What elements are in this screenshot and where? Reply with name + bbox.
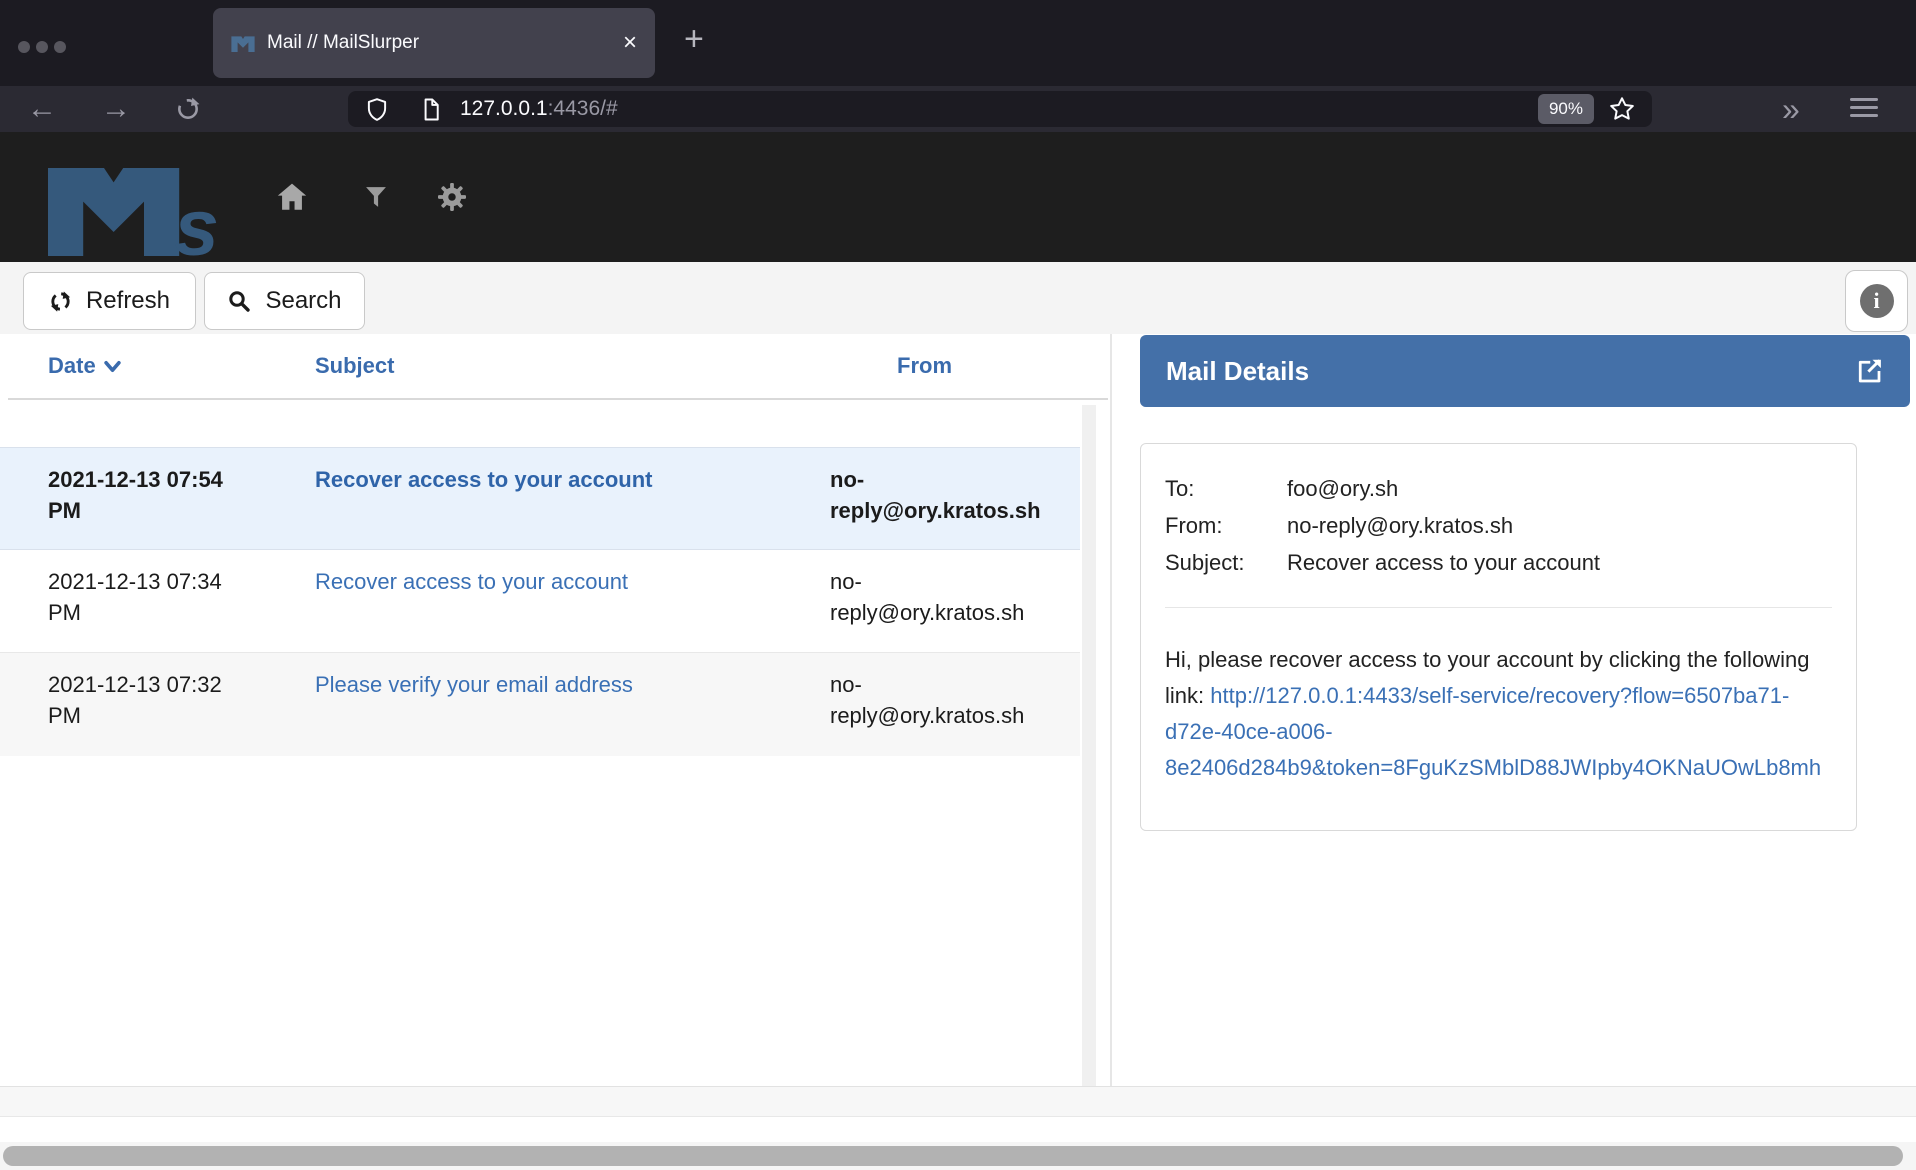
toolbar-overflow-button[interactable]: »	[1782, 86, 1798, 132]
url-path: :4436/#	[548, 97, 618, 120]
mail-date: 2021-12-13 07:32 PM	[48, 669, 315, 740]
mail-details-header: Mail Details	[1140, 335, 1910, 407]
shield-icon[interactable]	[364, 96, 390, 123]
mail-row[interactable]: 2021-12-13 07:34 PM Recover access to yo…	[0, 550, 1080, 653]
header-divider	[8, 398, 1108, 400]
horizontal-scrollbar-track[interactable]	[0, 1142, 1916, 1170]
mail-from: no-reply@ory.kratos.sh	[830, 464, 1080, 533]
horizontal-scrollbar-thumb[interactable]	[3, 1146, 1903, 1166]
url-bar[interactable]: 127.0.0.1:4436/# 90%	[348, 91, 1652, 127]
browser-tab[interactable]: Mail // MailSlurper ×	[213, 8, 655, 78]
column-header-from[interactable]: From	[830, 353, 1080, 379]
mail-details-title: Mail Details	[1166, 356, 1309, 387]
to-value: foo@ory.sh	[1287, 470, 1832, 507]
mail-list-header: Date Subject From	[0, 334, 1080, 398]
tab-close-icon[interactable]: ×	[623, 31, 637, 55]
mail-from: no-reply@ory.kratos.sh	[830, 669, 1080, 740]
logo-s: s	[174, 182, 219, 256]
window-close-dot[interactable]	[18, 41, 30, 53]
refresh-label: Refresh	[86, 287, 170, 315]
open-in-new-window-button[interactable]	[1854, 356, 1884, 386]
panel-divider	[1110, 334, 1112, 1117]
from-value: no-reply@ory.kratos.sh	[1287, 507, 1832, 544]
search-icon	[227, 289, 251, 313]
page-bottom-band	[0, 1086, 1916, 1117]
tab-title: Mail // MailSlurper	[267, 32, 419, 54]
mail-subject-link[interactable]: Please verify your email address	[315, 672, 633, 697]
browser-nav-toolbar: ← → 127.0.0.1:4436/# 90% »	[0, 86, 1916, 132]
url-host: 127.0.0.1	[460, 97, 548, 120]
window-minimize-dot[interactable]	[36, 41, 48, 53]
page-info-icon[interactable]	[418, 96, 444, 123]
to-label: To:	[1165, 470, 1287, 507]
bookmark-button[interactable]	[1608, 95, 1636, 123]
reload-icon	[175, 96, 201, 122]
window-zoom-dot[interactable]	[54, 41, 66, 53]
reload-button[interactable]	[168, 86, 208, 132]
mailslurper-logo: s	[23, 160, 273, 256]
gear-icon	[436, 181, 468, 213]
new-tab-button[interactable]: +	[684, 22, 704, 56]
menu-icon[interactable]	[1850, 98, 1878, 117]
from-label: From:	[1165, 507, 1287, 544]
mail-subject-link[interactable]: Recover access to your account	[315, 467, 652, 492]
external-link-icon	[1854, 356, 1884, 386]
subject-value: Recover access to your account	[1287, 544, 1832, 581]
settings-nav-button[interactable]	[430, 132, 474, 262]
home-icon	[275, 180, 309, 214]
mail-row[interactable]: 2021-12-13 07:32 PM Please verify your e…	[0, 653, 1080, 756]
mail-body: Hi, please recover access to your accoun…	[1165, 642, 1832, 786]
recovery-link[interactable]: http://127.0.0.1:4433/self-service/recov…	[1165, 683, 1821, 780]
action-toolbar: Refresh Search i	[0, 262, 1916, 334]
mail-subject-link[interactable]: Recover access to your account	[315, 569, 628, 594]
filter-nav-button[interactable]	[354, 132, 398, 262]
info-icon: i	[1860, 284, 1894, 318]
sort-chevron-down-icon	[104, 360, 121, 373]
search-label: Search	[265, 287, 341, 315]
mail-row-selected[interactable]: 2021-12-13 07:54 PM Recover access to yo…	[0, 447, 1080, 550]
url-text[interactable]: 127.0.0.1:4436/#	[460, 97, 618, 121]
refresh-icon	[49, 290, 72, 313]
mail-from: no-reply@ory.kratos.sh	[830, 566, 1080, 636]
details-separator	[1165, 607, 1832, 608]
mail-details-card: To: foo@ory.sh From: no-reply@ory.kratos…	[1140, 443, 1857, 831]
back-button[interactable]: ←	[22, 86, 62, 132]
subject-label: Subject:	[1165, 544, 1287, 581]
refresh-button[interactable]: Refresh	[23, 272, 196, 330]
filter-funnel-icon	[362, 183, 390, 211]
column-header-subject[interactable]: Subject	[315, 353, 830, 379]
mail-date: 2021-12-13 07:34 PM	[48, 566, 315, 636]
column-header-date[interactable]: Date	[48, 353, 315, 379]
forward-button[interactable]: →	[96, 86, 136, 132]
mail-date: 2021-12-13 07:54 PM	[48, 464, 315, 533]
search-button[interactable]: Search	[204, 272, 365, 330]
mail-list: 2021-12-13 07:54 PM Recover access to yo…	[0, 447, 1080, 756]
home-nav-button[interactable]	[270, 132, 314, 262]
star-icon	[1608, 95, 1636, 123]
window-controls[interactable]	[18, 41, 66, 53]
mail-list-scrollbar-track[interactable]	[1082, 405, 1096, 1086]
browser-tab-strip: Mail // MailSlurper × +	[0, 0, 1916, 86]
tab-favicon-mailslurper-icon	[231, 35, 255, 52]
info-button[interactable]: i	[1845, 270, 1908, 332]
app-navbar: s	[0, 132, 1916, 262]
zoom-level-badge[interactable]: 90%	[1538, 94, 1594, 124]
